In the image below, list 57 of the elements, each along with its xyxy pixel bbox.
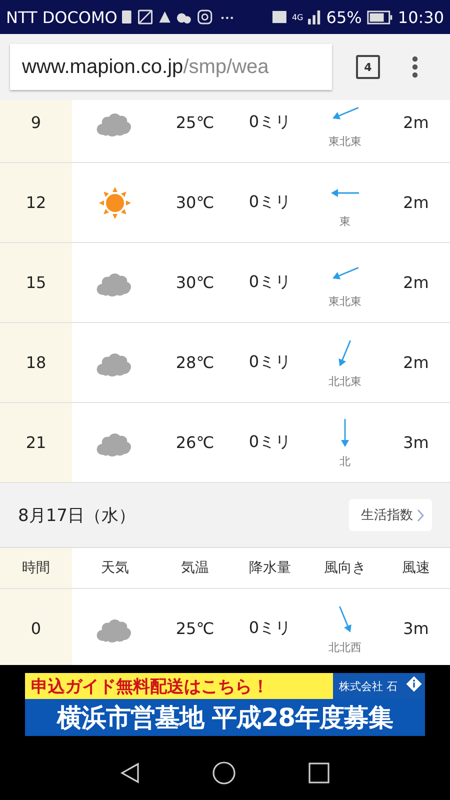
wind-speed-cell: 2m	[403, 113, 429, 132]
wind-direction-label: 東北東	[328, 294, 362, 309]
precipitation-cell: 0ミリ	[248, 432, 292, 453]
wind-direction-label: 東	[340, 214, 350, 229]
clock: 10:30	[398, 8, 444, 26]
carrier-name: NTT DOCOMO	[6, 8, 118, 26]
wind-speed-cell: 2m	[403, 193, 429, 212]
address-bar[interactable]: www.mapion.co.jp/smp/wea	[10, 44, 332, 90]
wind-speed-cell: 3m	[403, 619, 429, 638]
wind-speed-cell: 3m	[403, 433, 429, 452]
temperature-cell: 25℃	[176, 619, 214, 638]
wind-direction-label: 北北西	[328, 640, 362, 655]
tab-count-button[interactable]: 4	[356, 55, 380, 79]
ad-headline[interactable]: 横浜市営墓地 平成28年度募集	[25, 699, 425, 736]
sun-icon	[98, 186, 132, 220]
back-icon[interactable]	[120, 762, 140, 784]
column-header: 時間	[22, 559, 50, 577]
hour-cell: 0	[30, 619, 42, 638]
hour-cell: 15	[26, 273, 46, 292]
column-header: 風向き	[324, 559, 366, 577]
recents-icon[interactable]	[308, 762, 330, 784]
precipitation-cell: 0ミリ	[248, 618, 292, 639]
hour-cell: 9	[30, 113, 42, 132]
column-header: 天気	[101, 559, 129, 577]
precipitation-cell: 0ミリ	[248, 272, 292, 293]
column-header: 気温	[181, 559, 209, 577]
temperature-cell: 28℃	[176, 353, 214, 372]
battery-icon	[366, 10, 393, 24]
ad-tagline[interactable]: 申込ガイド無料配送はこちら！	[25, 673, 333, 699]
menu-icon[interactable]	[412, 56, 418, 78]
life-index-button[interactable]: 生活指数	[349, 499, 432, 531]
wind-speed-cell: 2m	[403, 273, 429, 292]
date-heading: 8月17日（水）	[18, 504, 136, 526]
signal-icon	[308, 9, 322, 25]
hour-cell: 18	[26, 353, 46, 372]
temperature-cell: 26℃	[176, 433, 214, 452]
precipitation-cell: 0ミリ	[248, 112, 292, 133]
wind-direction-label: 北	[340, 454, 350, 469]
temperature-cell: 25℃	[176, 113, 214, 132]
wind-direction-label: 北北東	[328, 374, 362, 389]
temperature-cell: 30℃	[176, 273, 214, 292]
temperature-cell: 30℃	[176, 193, 214, 212]
wind-arrow-icon	[331, 189, 359, 197]
home-icon[interactable]	[212, 760, 236, 784]
column-header: 降水量	[249, 559, 291, 577]
chevron-icon	[417, 508, 424, 522]
wind-arrow-icon	[341, 419, 349, 447]
column-header: 風速	[402, 559, 430, 577]
network-type: 4G	[292, 12, 304, 22]
wind-direction-label: 東北東	[328, 134, 362, 149]
hour-cell: 21	[26, 433, 46, 452]
precipitation-cell: 0ミリ	[248, 352, 292, 373]
precipitation-cell: 0ミリ	[248, 192, 292, 213]
battery-percent: 65%	[326, 8, 362, 26]
ad-company[interactable]: 株式会社 石	[333, 673, 425, 699]
hour-cell: 12	[26, 193, 46, 212]
wind-speed-cell: 2m	[403, 353, 429, 372]
